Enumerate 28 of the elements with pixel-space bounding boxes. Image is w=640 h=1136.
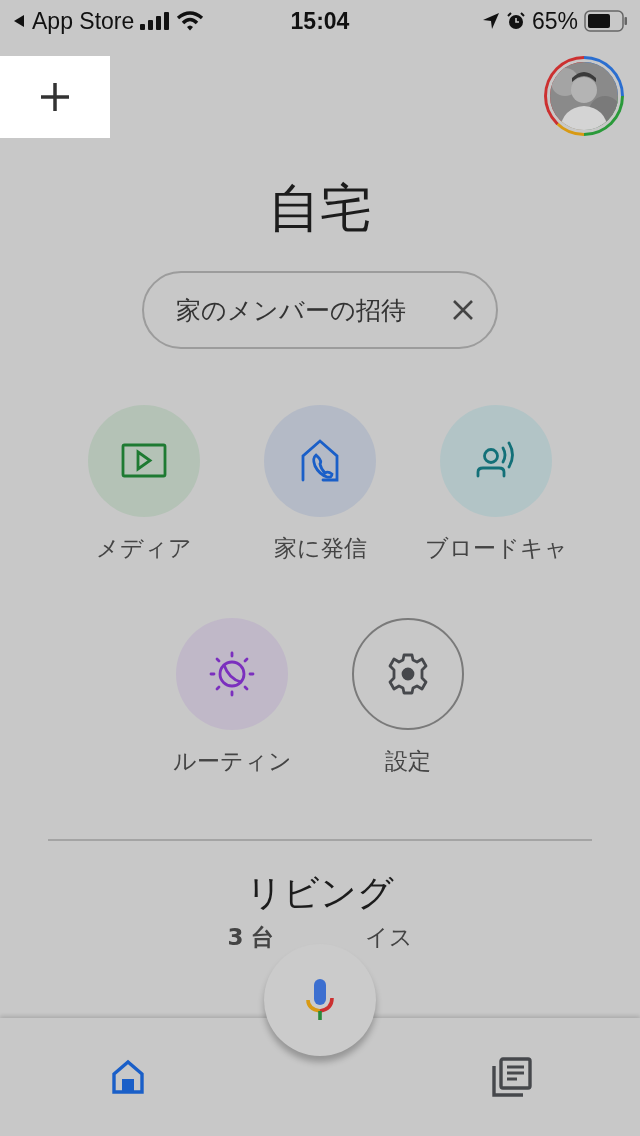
invite-chip[interactable]: 家のメンバーの招待 (142, 271, 498, 349)
action-label: 設定 (385, 747, 431, 776)
signal-icon (140, 12, 171, 30)
action-label: 家に発信 (273, 534, 367, 563)
battery-percent: 65% (531, 7, 578, 35)
device-count-text: イス (364, 923, 413, 952)
action-button[interactable] (352, 618, 464, 730)
close-icon[interactable] (452, 299, 474, 321)
clock-time: 15:04 (290, 7, 350, 35)
back-label[interactable]: App Store (32, 7, 135, 35)
room-name: リビング (245, 871, 395, 915)
action-label: ブロードキャ (424, 534, 568, 563)
back-icon[interactable] (12, 14, 26, 28)
home-title: 自宅 (267, 177, 373, 240)
sun-moon-icon (207, 649, 257, 699)
chip-label[interactable]: 家のメンバーの招待 (176, 293, 406, 327)
feed-icon (491, 1056, 533, 1098)
plus-icon (39, 81, 71, 113)
device-count-text: 3 台 (227, 923, 275, 952)
home-icon (110, 1059, 146, 1095)
battery-icon (584, 10, 628, 32)
alarm-icon (505, 11, 526, 31)
add-button[interactable] (0, 56, 110, 138)
location-icon (481, 12, 500, 30)
action-label: ルーティン (172, 747, 292, 776)
wifi-icon (176, 11, 205, 31)
microphone-icon (305, 978, 335, 1022)
action-label: メディア (96, 534, 192, 563)
